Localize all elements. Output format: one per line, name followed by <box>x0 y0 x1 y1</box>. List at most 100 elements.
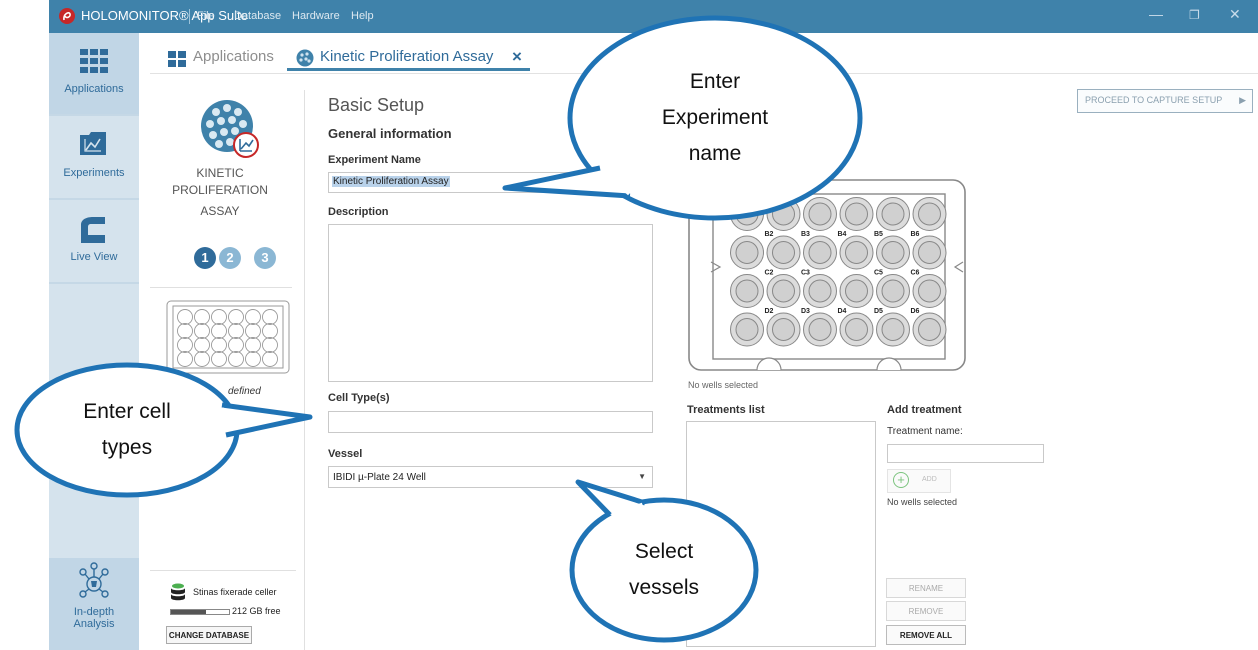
page-title: Basic Setup <box>328 95 425 115</box>
database-free-space: 212 GB free <box>232 606 281 616</box>
well-inner-ring <box>808 202 832 226</box>
tab-bar-divider <box>150 73 1258 74</box>
proceed-button-label: PROCEED TO CAPTURE SETUP <box>1085 95 1223 105</box>
play-arrow-icon: ▶ <box>1239 95 1246 105</box>
well-inner-ring <box>772 318 795 341</box>
chart-folder-icon <box>80 132 106 155</box>
well-inner-ring <box>808 318 832 341</box>
treatment-name-input[interactable] <box>887 444 1044 463</box>
analysis-label-line2: Analysis <box>73 618 115 630</box>
add-treatment-button[interactable]: + ADD <box>887 469 951 493</box>
tab-applications[interactable]: Applications <box>193 48 274 65</box>
experiment-name-input[interactable]: Kinetic Proliferation Assay <box>328 172 653 193</box>
well-inner-ring <box>845 318 868 341</box>
remove-all-treatments-button[interactable]: REMOVE ALL <box>886 625 966 645</box>
tab-kinetic-proliferation-assay[interactable]: Kinetic Proliferation Assay <box>320 48 493 65</box>
cell-types-label: Cell Type(s) <box>328 392 390 404</box>
microscope-icon <box>81 217 105 243</box>
well-inner-ring <box>881 202 905 226</box>
tab-close-icon[interactable]: × <box>512 47 522 67</box>
step-2-indicator[interactable]: 2 <box>219 247 241 269</box>
menu-database[interactable]: Database <box>234 10 281 22</box>
sidebar-item-applications[interactable]: Applications <box>49 33 139 114</box>
menu-file[interactable]: File <box>197 10 215 22</box>
database-usage-fill <box>171 610 206 614</box>
well-inner-ring <box>881 279 905 303</box>
treatments-list[interactable] <box>686 421 876 647</box>
well-inner-ring <box>881 318 905 341</box>
sidebar: Applications Experiments Live View In-de… <box>49 33 139 650</box>
change-database-button[interactable]: CHANGE DATABASE <box>166 626 252 644</box>
sidebar-divider <box>49 114 139 116</box>
vessel-selected-value: IBIDI µ-Plate 24 Well <box>333 472 426 483</box>
well-label: B3 <box>801 231 810 238</box>
plate-selection-status: No wells selected <box>688 380 759 390</box>
well-label: C5 <box>874 270 883 277</box>
well-label: D4 <box>838 308 847 315</box>
database-icon <box>171 583 185 601</box>
cell-types-input[interactable] <box>328 411 653 433</box>
assay-name-line1: KINETIC <box>196 166 244 180</box>
add-icon: + <box>893 472 909 488</box>
rename-treatment-button[interactable]: RENAME <box>886 578 966 598</box>
well-inner-ring <box>845 279 868 303</box>
well-label: D6 <box>911 308 920 315</box>
vessel-thumbnail <box>166 300 290 374</box>
sidebar-item-live-view[interactable]: Live View <box>49 201 139 282</box>
description-textarea[interactable] <box>328 224 653 382</box>
vessel-select[interactable]: IBIDI µ-Plate 24 Well ▼ <box>328 466 653 488</box>
step-1-indicator[interactable]: 1 <box>194 247 216 269</box>
section-title: General information <box>328 126 452 141</box>
close-window-icon[interactable]: ✕ <box>1229 6 1241 23</box>
well-label: B4 <box>838 231 847 238</box>
well-inner-ring <box>735 318 759 341</box>
restore-icon[interactable]: ❐ <box>1189 8 1200 22</box>
experiment-callout-line2: Experiment <box>662 106 768 129</box>
proceed-to-capture-setup-button[interactable]: PROCEED TO CAPTURE SETUP ▶ <box>1077 89 1253 113</box>
vessels-callout-line1: Select <box>635 540 694 563</box>
well-inner-ring <box>918 318 941 341</box>
analysis-label-line1: In-depth <box>73 606 115 618</box>
assay-name-line3: ASSAY <box>200 204 240 218</box>
sidebar-item-in-depth-analysis[interactable]: In-depth Analysis <box>49 558 139 650</box>
add-button-label: ADD <box>922 476 937 483</box>
description-label: Description <box>328 206 389 218</box>
sidebar-item-experiments[interactable]: Experiments <box>49 117 139 198</box>
well-inner-ring <box>918 202 941 226</box>
remove-treatment-button[interactable]: REMOVE <box>886 601 966 621</box>
title-bar: HOLOMONITOR® App Suite File Database Har… <box>49 0 1258 33</box>
well-label: D3 <box>801 308 810 315</box>
well-label: C6 <box>911 270 920 277</box>
database-name: Stinas fixerade celler <box>193 587 277 597</box>
minimize-icon[interactable]: — <box>1149 6 1163 22</box>
sidebar-item-label: Experiments <box>63 167 125 179</box>
grid-icon <box>80 49 108 73</box>
add-treatment-label: Add treatment <box>887 404 962 416</box>
sidebar-item-label: Live View <box>70 251 118 263</box>
well-inner-ring <box>735 279 759 303</box>
holomonitor-logo-icon <box>59 8 75 24</box>
step-3-indicator[interactable]: 3 <box>254 247 276 269</box>
app-title: HOLOMONITOR® App Suite <box>81 8 248 23</box>
sidebar-divider <box>49 198 139 200</box>
well-inner-ring <box>772 202 795 226</box>
treatment-selection-status: No wells selected <box>887 497 958 507</box>
menu-hardware[interactable]: Hardware <box>292 10 340 22</box>
well-plate-map[interactable]: B2 B3 B4 B5 B6 C2 C3 C5 C6 D2 D3 D4 D5 D6 <box>687 178 967 372</box>
analysis-icon <box>79 562 109 598</box>
proliferation-assay-tab-icon <box>296 49 314 67</box>
well-label: B5 <box>874 231 883 238</box>
experiment-callout-line3: name <box>689 142 742 165</box>
well-inner-ring <box>881 241 905 264</box>
well-inner-ring <box>735 241 759 264</box>
well-inner-ring <box>918 241 941 264</box>
well-inner-ring <box>772 279 795 303</box>
vessel-label: Vessel <box>328 448 363 460</box>
treatment-name-label: Treatment name: <box>887 426 963 437</box>
well-label: B6 <box>911 231 920 238</box>
well-inner-ring <box>845 202 868 226</box>
well-label: C3 <box>801 270 810 277</box>
well-inner-ring <box>772 241 795 264</box>
database-divider <box>150 570 296 571</box>
menu-help[interactable]: Help <box>351 10 374 22</box>
